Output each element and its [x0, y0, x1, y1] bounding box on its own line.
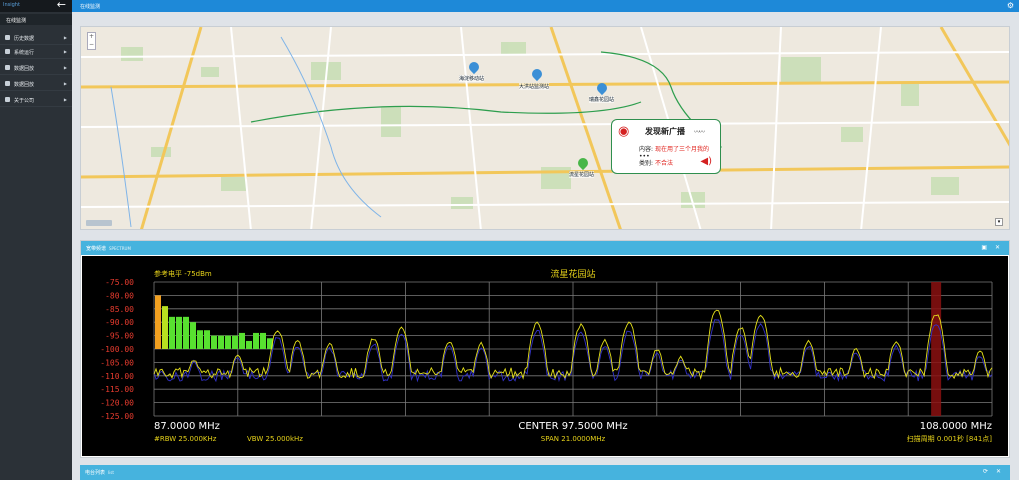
y-tick-label: -100.00 [100, 345, 134, 354]
broadcast-alert-popup[interactable]: ◉ 发现新广播 〰〰 内容: 现在用了三个月我的 ••• 类别: 不合法 ◀) [611, 119, 721, 174]
station-label: 海淀移动站 [459, 75, 485, 82]
y-tick-label: -115.00 [100, 385, 134, 394]
x-center-label: CENTER 97.5000 MHz [518, 421, 627, 432]
sweep-label: 扫描周期 0.001秒 [841点] [907, 434, 993, 443]
company-icon [5, 97, 10, 102]
level-bar [246, 340, 252, 349]
level-bar [183, 316, 189, 349]
nav-item-label: 数据回放 [14, 66, 35, 72]
y-tick-label: -95.00 [105, 332, 134, 341]
map-panel[interactable]: + − 海淀移动站 大洪站监测站 瑞鑫花园站 流星花园站 ◉ 发现新广播 〰〰 内… [80, 26, 1010, 230]
chevron-right-icon: ▶ [63, 65, 67, 70]
spectrum-panel: 宽带频谱 SPECTRUM ▣ ✕ -75.00 -80.00 -85.00 -90.0… [80, 240, 1010, 458]
nav-item-label: 数据回放 [14, 82, 35, 88]
level-bar [253, 332, 259, 349]
popup-category-row: 类别: 不合法 [639, 158, 673, 167]
level-bar [162, 306, 168, 349]
x-end-label: 108.0000 MHz [920, 421, 992, 432]
level-bar [260, 332, 266, 349]
map-logo [86, 220, 112, 226]
level-bar [239, 332, 245, 349]
panel-buttons[interactable]: ▣ ✕ [981, 244, 1003, 251]
back-arrow-icon[interactable]: ← [57, 0, 66, 11]
level-bar [232, 335, 238, 349]
level-bar [225, 335, 231, 349]
x-start-label: 87.0000 MHz [154, 421, 220, 432]
vbw-label: VBW 25.000kHz [247, 435, 303, 443]
chevron-right-icon: ▶ [63, 49, 67, 54]
y-tick-label: -90.00 [105, 318, 134, 327]
station-label: 瑞鑫花园站 [589, 96, 615, 103]
content-label: 内容: [639, 146, 654, 153]
wave-icon: 〰〰 [694, 129, 705, 136]
tab-online-monitor[interactable]: 在线监测 [80, 3, 100, 10]
y-tick-label: -80.00 [105, 291, 134, 300]
map-canvas[interactable] [81, 27, 1010, 230]
y-tick-label: -105.00 [100, 358, 134, 367]
nav-item-company[interactable]: 关于公司 ▶ [0, 93, 72, 107]
station-label: 大洪站监测站 [519, 83, 550, 90]
y-tick-label: -120.00 [100, 399, 134, 408]
level-bar [190, 322, 196, 349]
map-layer-icon[interactable]: ▾ [995, 218, 1003, 226]
nav-item-label: 历史数据 [14, 36, 35, 42]
level-bar [155, 295, 161, 349]
nav-item-label: 系统运行 [14, 50, 35, 56]
y-tick-label: -75.00 [105, 278, 134, 287]
top-bar: 在线监测 ⚙ [72, 0, 1019, 12]
brand-bar: Insight ← [0, 0, 72, 12]
station-list-header: 电台列表 list ⟳ ✕ [80, 465, 1010, 480]
y-tick-label: -110.00 [100, 372, 134, 381]
level-bar [218, 335, 224, 349]
category-label: 类别: [639, 160, 654, 167]
playback2-icon [5, 81, 10, 86]
sidebar: Insight ← 在线监测 历史数据 ▶ 系统运行 ▶ 数据回放 ▶ 数据回放… [0, 0, 72, 480]
spectrum-chart: -75.00 -80.00 -85.00 -90.00 -95.00 -100.00 -10… [100, 268, 993, 443]
nav-item-system-run[interactable]: 系统运行 ▶ [0, 45, 72, 59]
nav-item-online-monitor[interactable]: 在线监测 [0, 14, 72, 25]
y-tick-label: -125.00 [100, 412, 134, 421]
span-label: SPAN 21.0000MHz [541, 435, 606, 443]
panel-title: 宽带频谱 [86, 246, 107, 252]
y-tick-label: -85.00 [105, 305, 134, 314]
popup-title: 发现新广播 [645, 127, 685, 136]
spectrum-display: -75.00 -80.00 -85.00 -90.00 -95.00 -100.00 -10… [82, 256, 1008, 456]
level-bar [197, 330, 203, 349]
rbw-label: #RBW 25.000KHz [154, 435, 217, 443]
panel-subtitle: SPECTRUM [109, 246, 131, 251]
broadcast-signal-icon: ◉ [618, 124, 630, 139]
station-label: 流星花园站 [569, 171, 595, 178]
gear-icon[interactable]: ⚙ [1007, 0, 1014, 12]
nav-item-playback[interactable]: 数据回放 ▶ [0, 61, 72, 75]
zoom-control[interactable]: + − [87, 32, 96, 50]
history-icon [5, 35, 10, 40]
level-bar [176, 316, 182, 349]
chevron-right-icon: ▶ [63, 35, 67, 40]
panel-title: 电台列表 [85, 470, 106, 476]
highlight-band [931, 282, 942, 416]
content-value: 现在用了三个月我的 [655, 146, 710, 153]
panel-subtitle: list [108, 470, 114, 475]
nav-item-label: 关于公司 [14, 98, 35, 104]
nav-item-history[interactable]: 历史数据 ▶ [0, 31, 72, 45]
chevron-right-icon: ▶ [63, 81, 67, 86]
level-bar [211, 335, 217, 349]
speaker-icon[interactable]: ◀) [700, 156, 712, 167]
chevron-right-icon: ▶ [63, 97, 67, 102]
level-bar [169, 316, 175, 349]
ref-level-label: 参考电平 -75dBm [154, 269, 212, 278]
spectrum-panel-header: 宽带频谱 SPECTRUM ▣ ✕ [81, 241, 1009, 255]
run-icon [5, 49, 10, 54]
panel-buttons[interactable]: ⟳ ✕ [983, 468, 1004, 475]
playback-icon [5, 65, 10, 70]
nav-item-playback-2[interactable]: 数据回放 ▶ [0, 77, 72, 91]
level-bar [204, 330, 210, 349]
category-value: 不合法 [655, 160, 674, 167]
chart-title: 流星花园站 [550, 268, 595, 280]
brand-logo: Insight [3, 2, 20, 8]
